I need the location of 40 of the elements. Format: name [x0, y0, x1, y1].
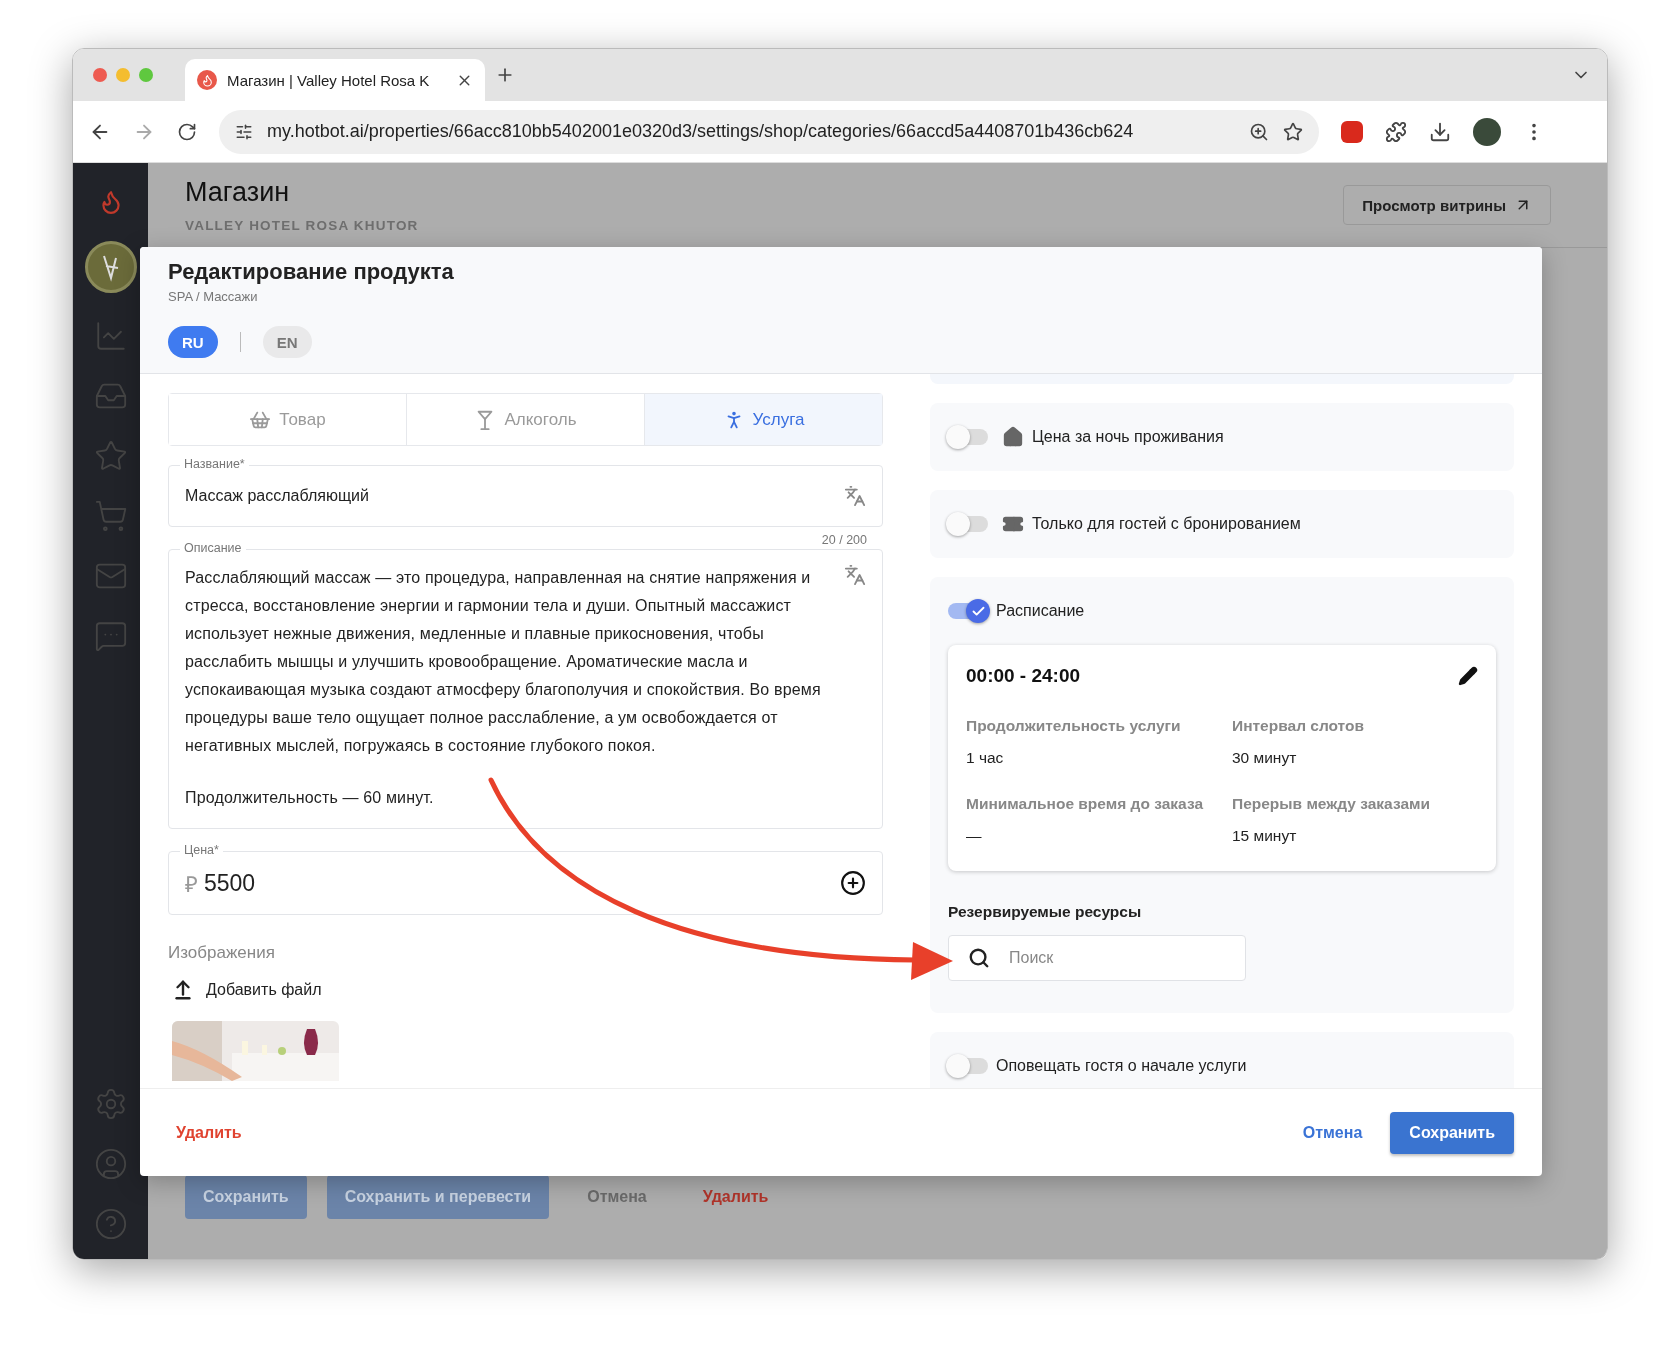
- action-button[interactable]: Сохранить: [185, 1174, 307, 1219]
- field-label: Цена*: [180, 842, 223, 858]
- schedule-label: Интервал слотов: [1232, 717, 1365, 735]
- action-button[interactable]: Удалить: [684, 1174, 787, 1219]
- delete-button[interactable]: Удалить: [176, 1123, 242, 1142]
- page-title: Магазин: [185, 177, 291, 208]
- description-text: Расслабляющий массаж — это процедура, направленная на снятие напряжения и стресса, восстановление энергии и гармонии тела и души. Опытный массажист использует нежные движения, медленные и плавные прикосновения, чтобы расслабить мышцы и улучшить кровообращение. Ароматические масла и успокаивающая музыка создают атмосферу благополучия и спокойствия. Во время процедуры ваше тело ощущает полное расслабление, а ум освобождается от негативных мыслей, погружаясь в состояние глубокого покоя.: [185, 568, 822, 756]
- language-tab[interactable]: RU: [168, 326, 218, 358]
- action-button[interactable]: Отмена: [569, 1174, 665, 1219]
- language-tab[interactable]: EN: [262, 326, 312, 358]
- schedule-value: —: [966, 827, 983, 845]
- schedule-value: 1 час: [966, 749, 1005, 767]
- option-label: Оповещать гостя о начале услуги: [996, 1057, 1247, 1075]
- currency-sign: ₽: [185, 871, 198, 898]
- browser-tab[interactable]: Магазин | Valley Hotel Rosa K: [185, 59, 485, 101]
- schedule-value: 30 минут: [1232, 749, 1298, 767]
- dialog-title: Редактирование продукта: [168, 259, 455, 285]
- search-field[interactable]: Поиск: [948, 935, 1246, 981]
- type-tab[interactable]: Товар: [169, 394, 407, 445]
- breadcrumb: SPA / Массажи: [168, 289, 259, 304]
- description-text: Продолжительность — 60 минут.: [185, 788, 435, 808]
- action-button[interactable]: Сохранить и перевести: [326, 1174, 550, 1219]
- schedule-label: Продолжительность услуги: [966, 717, 1182, 735]
- option-label: Только для гостей с бронированием: [1032, 515, 1301, 533]
- type-tab[interactable]: Услуга: [645, 394, 882, 445]
- add-file-button[interactable]: Добавить файл: [168, 979, 326, 1001]
- section-label: Изображения: [168, 943, 276, 963]
- option-label: Цена за ночь проживания: [1032, 428, 1224, 446]
- section-label: Резервируемые ресурсы: [948, 903, 1143, 921]
- schedule-label: Перерыв между заказами: [1232, 795, 1432, 813]
- cancel-button[interactable]: Отмена: [1302, 1123, 1363, 1142]
- character-count: 20 / 200: [821, 533, 867, 547]
- option-label: Расписание: [996, 602, 1085, 620]
- schedule-label: Минимальное время до заказа: [966, 795, 1205, 813]
- time-range: 00:00 - 24:00: [966, 665, 1081, 687]
- schedule-value: 15 минут: [1232, 827, 1298, 845]
- address-bar[interactable]: my.hotbot.ai/properties/66acc810bb5402001e0320d3/settings/shop/categories/66accd5a4408701b436cb624: [219, 109, 1319, 154]
- save-button[interactable]: Сохранить: [1390, 1111, 1514, 1154]
- page-subtitle: VALLEY HOTEL ROSA KHUTOR: [185, 218, 419, 233]
- storefront-button[interactable]: Просмотр витрины: [1343, 185, 1551, 225]
